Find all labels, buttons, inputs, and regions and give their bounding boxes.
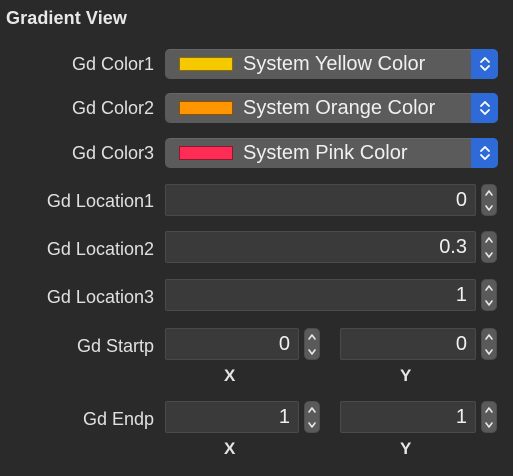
chevron-down-icon[interactable] xyxy=(482,344,496,359)
chevron-up-icon[interactable] xyxy=(482,402,496,417)
gd-startp-x-label: X xyxy=(224,366,236,385)
gd-endp-y-value: 1 xyxy=(455,406,467,428)
gd-startp-x-value: 0 xyxy=(278,333,290,355)
inspector-panel: Gradient View Gd Color1 System Yellow Co… xyxy=(0,0,513,476)
gd-location2-value: 0.3 xyxy=(439,236,467,258)
chevron-down-icon[interactable] xyxy=(482,295,496,310)
gd-color1-label: Gd Color1 xyxy=(71,54,154,74)
gd-color3-popup[interactable]: System Pink Color xyxy=(165,138,498,168)
chevron-down-icon[interactable] xyxy=(482,247,496,262)
gd-startp-x-field[interactable]: 0 xyxy=(165,328,299,360)
gd-startp-y-stepper[interactable] xyxy=(481,328,497,360)
gd-location2-stepper[interactable] xyxy=(481,231,497,263)
color-swatch xyxy=(179,101,233,115)
chevron-down-icon[interactable] xyxy=(305,344,319,359)
gd-startp-y-field[interactable]: 0 xyxy=(340,328,476,360)
gd-startp-label: Gd Startp xyxy=(76,336,154,356)
gd-location3-field[interactable]: 1 xyxy=(165,279,476,311)
gd-endp-y-field[interactable]: 1 xyxy=(340,401,476,433)
gd-color3-label: Gd Color3 xyxy=(71,143,154,163)
chevron-down-icon[interactable] xyxy=(482,200,496,215)
chevron-up-icon[interactable] xyxy=(482,185,496,200)
gd-startp-y-label: Y xyxy=(400,366,412,385)
gd-location1-value: 0 xyxy=(455,189,467,211)
section-title: Gradient View xyxy=(6,8,128,28)
chevron-up-icon[interactable] xyxy=(482,280,496,295)
gd-location1-stepper[interactable] xyxy=(481,184,497,216)
color-swatch xyxy=(179,146,233,160)
chevron-up-icon[interactable] xyxy=(482,232,496,247)
popup-arrows-icon xyxy=(471,49,498,79)
gd-location3-value: 1 xyxy=(455,284,467,306)
gd-color1-value: System Yellow Color xyxy=(243,52,426,75)
gd-color2-popup[interactable]: System Orange Color xyxy=(165,93,498,123)
gd-location2-field[interactable]: 0.3 xyxy=(165,231,476,263)
gd-endp-x-label: X xyxy=(224,439,236,458)
chevron-down-icon[interactable] xyxy=(482,417,496,432)
gd-color3-value: System Pink Color xyxy=(243,141,408,164)
gd-endp-y-label: Y xyxy=(400,439,412,458)
gd-endp-x-value: 1 xyxy=(278,406,290,428)
chevron-up-icon[interactable] xyxy=(305,402,319,417)
chevron-up-icon[interactable] xyxy=(305,329,319,344)
popup-arrows-icon xyxy=(471,138,498,168)
chevron-up-icon[interactable] xyxy=(482,329,496,344)
gd-location1-field[interactable]: 0 xyxy=(165,184,476,216)
gd-location3-stepper[interactable] xyxy=(481,279,497,311)
gd-color2-label: Gd Color2 xyxy=(71,98,154,118)
chevron-down-icon[interactable] xyxy=(305,417,319,432)
gd-color1-popup[interactable]: System Yellow Color xyxy=(165,49,498,79)
color-swatch xyxy=(179,57,233,71)
gd-endp-x-field[interactable]: 1 xyxy=(165,401,299,433)
gd-color2-value: System Orange Color xyxy=(243,96,436,119)
popup-arrows-icon xyxy=(471,93,498,123)
gd-startp-y-value: 0 xyxy=(455,333,467,355)
gd-endp-x-stepper[interactable] xyxy=(304,401,320,433)
gd-endp-label: Gd Endp xyxy=(82,409,154,429)
gd-location1-label: Gd Location1 xyxy=(46,191,154,211)
gd-startp-x-stepper[interactable] xyxy=(304,328,320,360)
gd-endp-y-stepper[interactable] xyxy=(481,401,497,433)
gd-location2-label: Gd Location2 xyxy=(46,239,154,259)
gd-location3-label: Gd Location3 xyxy=(46,287,154,307)
